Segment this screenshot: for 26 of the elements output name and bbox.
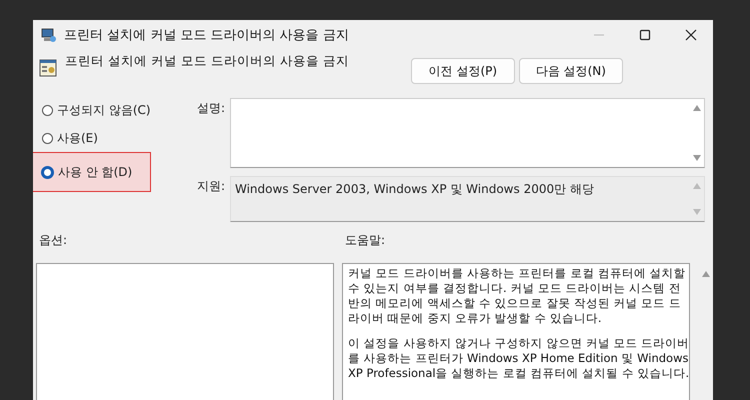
maximize-icon[interactable] [639,29,651,41]
supported-text: Windows Server 2003, Windows XP 및 Windows 2000만 해당 [234,181,595,198]
radio-button[interactable] [42,104,53,116]
scroll-up-icon[interactable] [702,271,710,277]
scroll-up-icon[interactable] [693,183,701,189]
radio-button[interactable] [42,132,53,144]
options-label: 옵션: [39,232,68,249]
nav-button[interactable]: 다음 설정(N) [518,58,623,84]
radio-label[interactable]: 사용 안 함(D) [58,164,132,180]
nav-button[interactable]: 이전 설정(P) [410,58,515,84]
scroll-up-icon[interactable] [693,105,701,111]
comment-field[interactable] [230,98,705,168]
computer-icon [41,27,57,43]
radio-label[interactable]: 구성되지 않음(C) [57,102,151,118]
comment-label: 설명: [197,100,226,117]
radio-label[interactable]: 사용(E) [57,130,98,146]
policy-name: 프린터 설치에 커널 모드 드라이버의 사용을 금지 [65,53,349,70]
radio-button[interactable] [41,166,54,178]
policy-icon [39,59,57,77]
help-paragraph: 커널 모드 드라이버를 사용하는 프린터를 로컬 컴퓨터에 설치할 수 있는지 여부를 결정합니다. 커널 모드 드라이버는 시스템 전 반의 메모리에 액세스할 수 있으므로 잘못 작성된 커널 모드 드 라이버 때문에 중지 오류가 발생할 수 있습니다. [348,266,684,326]
window-title: 프린터 설치에 커널 모드 드라이버의 사용을 금지 [64,27,349,44]
close-icon[interactable] [685,29,697,41]
help-label: 도움말: [345,232,386,249]
supported-label: 지원: [197,178,226,195]
scroll-down-icon[interactable] [693,209,701,215]
scroll-down-icon[interactable] [693,155,701,161]
